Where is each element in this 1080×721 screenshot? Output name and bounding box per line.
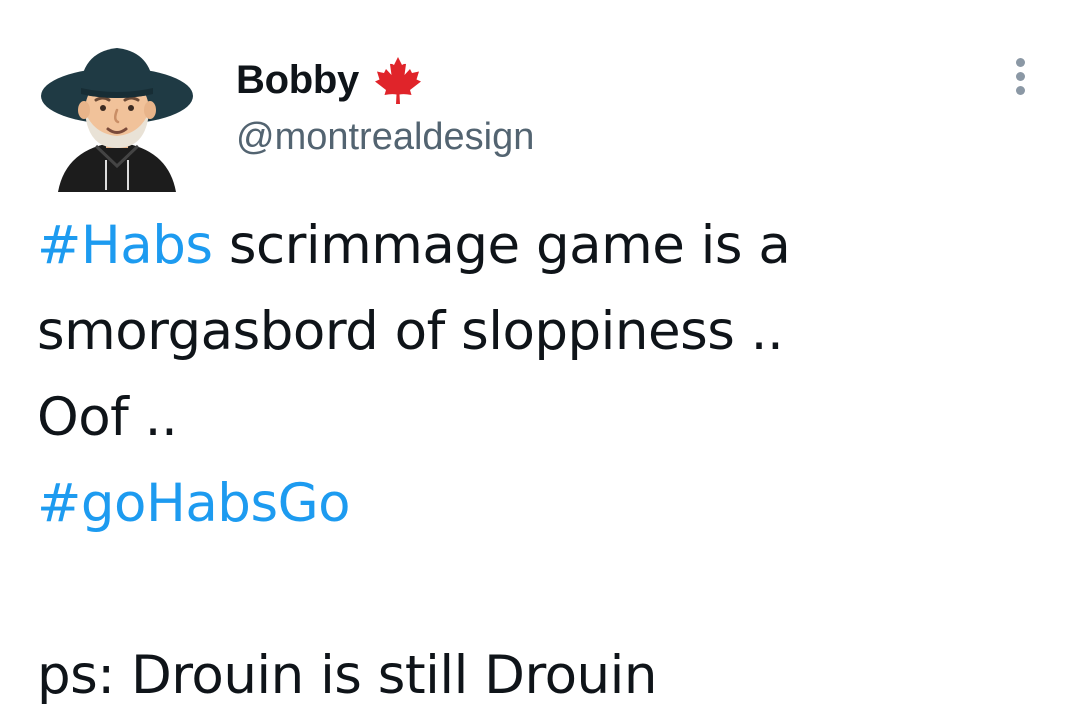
hashtag-habs[interactable]: #Habs (37, 215, 213, 276)
name-row: Bobby (236, 52, 534, 108)
tweet-text-segment: scrimmage game is a (212, 215, 791, 276)
tweet-line-4: #goHabsGo (37, 461, 1057, 547)
display-name[interactable]: Bobby (236, 58, 359, 103)
tweet: Bobby @montrealdesign #Habs scrimmage ga… (0, 0, 1080, 721)
tweet-line-2: smorgasbord of sloppiness .. (37, 301, 784, 362)
user-handle[interactable]: @montrealdesign (236, 116, 534, 159)
tweet-line-1: #Habs scrimmage game is a (37, 203, 1057, 289)
maple-leaf-icon (373, 55, 423, 105)
tweet-line-3: Oof .. (37, 387, 178, 448)
tweet-body: #Habs scrimmage game is a smorgasbord of… (37, 203, 1057, 719)
tweet-line-6: ps: Drouin is still Drouin (37, 645, 657, 706)
more-options-icon[interactable] (1004, 58, 1036, 102)
hashtag-gohabsgo[interactable]: #goHabsGo (37, 473, 351, 534)
author-block: Bobby @montrealdesign (236, 52, 534, 159)
avatar[interactable] (36, 30, 198, 192)
avatar-illustration (41, 48, 193, 192)
